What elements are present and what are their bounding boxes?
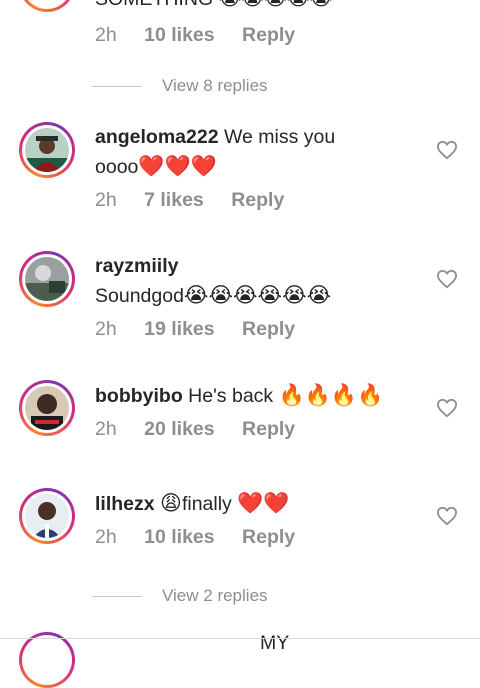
heart-emoji: ❤️❤️ [237,491,290,515]
comment-text: MY [260,632,290,654]
comment-text-line2: Soundgod😭😭😭😭😭😭 [95,280,331,311]
like-heart-icon[interactable] [436,140,458,160]
like-heart-icon[interactable] [436,506,458,526]
comment-text: rayzmiily [95,251,178,281]
view-replies-button[interactable]: View 2 replies [92,586,268,606]
view-replies-button[interactable]: View 8 replies [92,76,268,96]
divider [92,86,142,88]
like-heart-icon[interactable] [436,398,458,418]
comment-time: 2h [95,418,117,440]
likes-count[interactable]: 19 likes [144,318,214,340]
comment-text-line2: oooo❤️❤️❤️ [95,151,217,182]
heart-emoji: ❤️❤️❤️ [138,154,217,178]
username[interactable]: angeloma222 [95,126,219,148]
likes-count[interactable]: 20 likes [144,418,214,440]
reply-button[interactable]: Reply [242,318,295,340]
avatar[interactable] [19,488,75,544]
comment-time: 2h [95,189,117,211]
comment-time: 2h [95,526,117,548]
username[interactable]: bobbyibo [95,385,183,407]
avatar[interactable] [19,251,75,307]
likes-count[interactable]: 10 likes [144,24,214,46]
comment-body: finally [181,493,232,515]
comment-time: 2h [95,24,117,46]
comment-body: Soundgod [95,285,184,307]
comment-text: lilhezx 😩finally ❤️❤️ [95,488,290,519]
comment-text: angeloma222 We miss you [95,122,335,152]
reply-button[interactable]: Reply [231,189,284,211]
comment-body: He's back [188,385,274,407]
like-heart-icon[interactable] [436,269,458,289]
comment-text: SOMETHING 😭😭😭😭😭 [95,0,332,14]
username[interactable]: lilhezx [95,493,155,515]
fire-emoji: 🔥🔥🔥🔥 [278,383,384,407]
avatar[interactable] [19,0,75,12]
comment-body: We miss you [223,126,336,148]
likes-count[interactable]: 10 likes [144,526,214,548]
comment-text: bobbyibo He's back 🔥🔥🔥🔥 [95,380,383,411]
likes-count[interactable]: 7 likes [144,189,204,211]
reply-button[interactable]: Reply [242,418,295,440]
weary-emoji: 😩 [160,491,182,515]
avatar[interactable] [19,380,75,436]
divider [0,638,480,639]
divider [92,596,142,598]
username[interactable]: rayzmiily [95,255,178,277]
reply-button[interactable]: Reply [242,24,295,46]
view-replies-label: View 8 replies [162,76,268,95]
comment-time: 2h [95,318,117,340]
reply-button[interactable]: Reply [242,526,295,548]
view-replies-label: View 2 replies [162,586,268,605]
comment-body-cont: oooo [95,156,139,178]
avatar[interactable] [19,632,75,688]
crying-emoji: 😭😭😭😭😭😭 [183,283,332,307]
avatar[interactable] [19,122,75,178]
